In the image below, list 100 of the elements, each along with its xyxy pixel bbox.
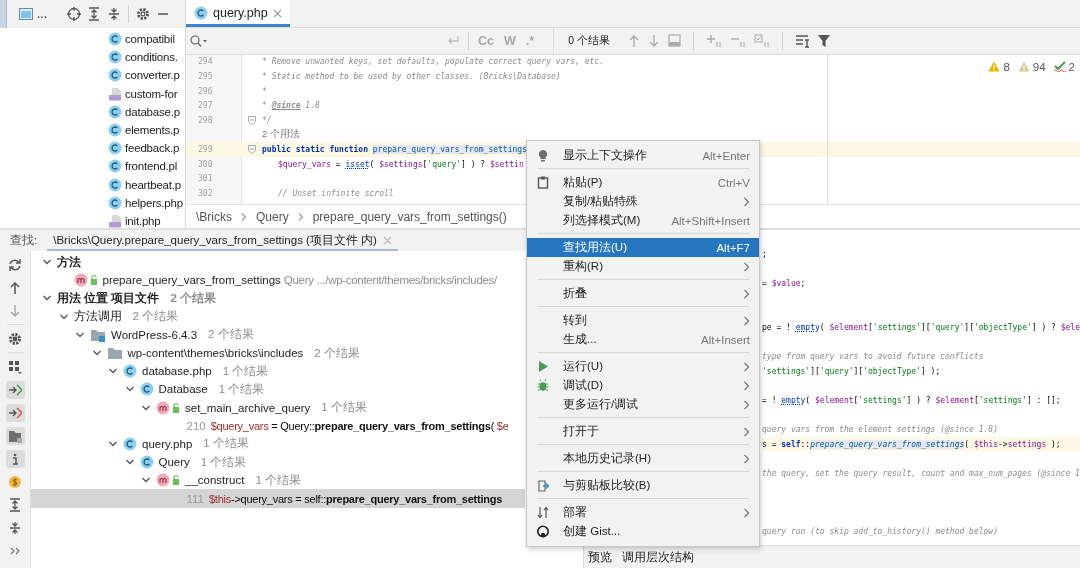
item-label: Database <box>158 383 208 396</box>
file-item[interactable]: frontend.pl <box>108 157 185 176</box>
menu-item[interactable]: 重构(R) <box>527 257 759 276</box>
find-tab[interactable]: \Bricks\Query.prepare_query_vars_from_settings (项目文件 内) <box>47 233 398 251</box>
menu-item[interactable]: 显示上下文操作 Alt+Enter <box>527 146 759 165</box>
tree-item[interactable]: database.php 1 个结果 <box>31 362 525 381</box>
menu-item[interactable]: 本地历史记录(H) <box>527 449 759 468</box>
breadcrumb-item[interactable]: prepare_query_vars_from_settings() <box>312 209 507 224</box>
panel-tab[interactable]: 调用层次结构 <box>622 549 694 565</box>
tree-item[interactable]: __construct 1 个结果 <box>31 471 525 490</box>
menu-item[interactable]: 粘贴(P) Ctrl+V <box>527 173 759 192</box>
result-count: 1 个结果 <box>200 454 247 470</box>
line-number: 111 <box>186 492 204 505</box>
file-item[interactable]: conditions. <box>108 48 185 67</box>
code-line: public static function prepare_query_vars_from_settings <box>262 144 527 154</box>
result-count: 0 个结果 <box>568 33 610 48</box>
item-label: query.php <box>142 437 193 450</box>
shortcut-label: Alt+Insert <box>701 333 750 346</box>
code-line: */ <box>262 115 272 125</box>
file-item[interactable]: elements.p <box>108 120 185 140</box>
menu-item[interactable]: 复制/粘贴特殊 <box>527 192 759 211</box>
breadcrumb-item[interactable]: \Bricks <box>196 209 232 224</box>
tree-item[interactable]: WordPress-6.4.3 2 个结果 <box>31 325 525 344</box>
code-line: the query, set the query result, count and max_num_pages (@since 1 <box>762 468 1080 478</box>
panel-tab[interactable]: 预览 <box>588 549 612 565</box>
file-item[interactable]: init.php <box>108 211 185 228</box>
code-line: pe = ! empty( $element['settings']['query']['objectType'] ) ? $ele <box>762 322 1080 332</box>
code-line: query vars from the element settings (@since 1.8) <box>762 424 998 434</box>
item-label: __construct <box>185 474 245 487</box>
tree-item[interactable]: 方法 <box>31 253 525 272</box>
usage-item[interactable]: 111 $this->query_vars = self::prepare_query_vars_from_settings <box>31 489 525 508</box>
item-label: Query <box>158 456 190 469</box>
file-item[interactable]: heartbeat.p <box>108 175 185 194</box>
code-line: = ! empty( $element['settings'] ) ? $element['settings'] : []; <box>762 395 1061 405</box>
menu-item[interactable]: 部署 <box>527 503 759 522</box>
tree-item[interactable]: query.php 1 个结果 <box>31 434 525 454</box>
tree-item[interactable]: prepare_query_vars_from_settings Query .../wp-content/themes/bricks/includes/ <box>31 271 525 290</box>
tree-item[interactable]: 用法 位置 项目文件 2 个结果 <box>31 289 525 308</box>
usage-item[interactable]: 210 $query_vars = Query::prepare_query_vars_from_settings( $e <box>31 416 525 435</box>
result-count: 2 个结果 <box>132 309 179 325</box>
panel-label: 查找: <box>10 233 38 248</box>
code-line: // Unset infinite scroll <box>278 188 394 198</box>
shortcut-label: Alt+Shift+Insert <box>671 214 750 227</box>
menu-item[interactable]: 查找用法(U) Alt+F7 <box>527 238 759 257</box>
file-item[interactable]: converter.p <box>108 66 185 85</box>
file-item[interactable]: custom-for <box>108 84 185 103</box>
menu-item[interactable]: 运行(U) <box>527 357 759 376</box>
code-line: $query_vars = Query::prepare_query_vars_from_settings( $e <box>210 419 509 432</box>
breadcrumb-item[interactable]: Query <box>256 209 289 224</box>
line-number: 210 <box>186 419 206 432</box>
tree-item[interactable]: set_main_archive_query 1 个结果 <box>31 398 525 417</box>
line-number: 294 <box>198 57 213 67</box>
menu-item[interactable]: 更多运行/调试 <box>527 395 759 414</box>
menu-item[interactable]: 列选择模式(M) Alt+Shift+Insert <box>527 211 759 230</box>
result-count: 2 个结果 <box>208 327 254 343</box>
code-line: * Remove unwanted keys, set defaults, populate correct query vars, etc. <box>262 57 604 67</box>
code-line: query run (to skip add_to_history() method below) <box>762 527 998 537</box>
tree-item[interactable]: Query 1 个结果 <box>31 453 525 472</box>
item-label: WordPress-6.4.3 <box>111 328 198 341</box>
file-tab[interactable]: query.php <box>186 0 290 27</box>
line-number: 302 <box>198 188 213 198</box>
file-item[interactable]: compatibil <box>108 30 185 49</box>
menu-item[interactable]: 与剪贴板比较(B) <box>527 476 759 495</box>
menu-item[interactable]: 转到 <box>527 311 759 330</box>
line-number: 299 <box>198 144 213 154</box>
file-item[interactable]: helpers.php <box>108 193 185 212</box>
view-label[interactable]: ... <box>37 7 47 21</box>
line-number: 298 <box>198 115 213 125</box>
file-item[interactable]: database.p <box>108 102 185 121</box>
menu-item[interactable]: 调试(D) <box>527 376 759 395</box>
file-item[interactable]: feedback.p <box>108 139 185 158</box>
shortcut-label: Ctrl+V <box>717 176 750 189</box>
tree-item[interactable]: wp-content\themes\bricks\includes 2 个结果 <box>31 343 525 363</box>
menu-item[interactable]: 打开于 <box>527 422 759 441</box>
code-line: 'settings']['query']['objectType'] ); <box>762 366 941 376</box>
result-count: 1 个结果 <box>218 381 265 397</box>
item-label: wp-content\themes\bricks\includes <box>127 347 304 360</box>
tree-item[interactable]: Database 1 个结果 <box>31 380 525 399</box>
problem-count[interactable]: 2 <box>1068 60 1075 73</box>
result-count: 2 个结果 <box>314 345 360 361</box>
menu-item[interactable]: 创建 Gist... <box>527 522 759 541</box>
problem-count[interactable]: 8 <box>1003 60 1010 73</box>
item-label: 用法 位置 项目文件 <box>57 290 160 306</box>
line-number: 301 <box>198 174 213 184</box>
line-number: 296 <box>198 86 213 96</box>
item-label: 方法调用 <box>73 309 122 325</box>
menu-item[interactable]: 折叠 <box>527 284 759 303</box>
code-line: * <box>262 86 267 96</box>
item-label: set_main_archive_query <box>185 401 311 414</box>
item-label: database.php <box>142 365 212 378</box>
shortcut-label: Alt+Enter <box>702 149 750 162</box>
usage-hint[interactable]: 2 个用法 <box>262 128 300 142</box>
menu-item[interactable]: 生成... Alt+Insert <box>527 330 759 349</box>
result-count: 1 个结果 <box>222 363 269 379</box>
code-line: type from query vars to avoid future conflicts <box>762 351 984 361</box>
line-number: 297 <box>198 101 213 111</box>
location-text: Query .../wp-content/themes/bricks/includes/ <box>283 274 497 287</box>
problem-count[interactable]: 94 <box>1032 60 1046 73</box>
tree-item[interactable]: 方法调用 2 个结果 <box>31 307 525 326</box>
code-line: = $value; <box>762 279 806 288</box>
